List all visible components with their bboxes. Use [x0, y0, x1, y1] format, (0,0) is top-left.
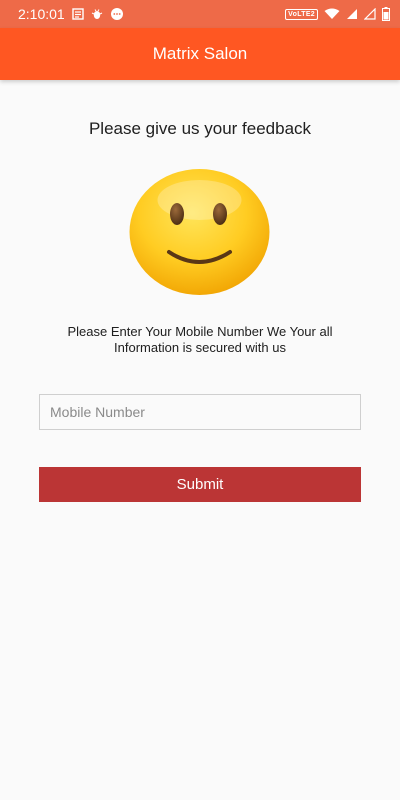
security-info-text: Please Enter Your Mobile Number We Your … — [67, 324, 333, 355]
submit-button[interactable]: Submit — [39, 467, 361, 502]
signal-icon-2 — [364, 8, 376, 20]
wifi-icon — [324, 8, 340, 20]
smiling-face-emoji — [128, 168, 271, 296]
submit-button-label: Submit — [176, 476, 224, 493]
app-bar: Matrix Salon — [0, 28, 400, 80]
bug-icon — [91, 8, 103, 20]
status-right: VoLTE2 — [285, 7, 390, 21]
chat-icon — [110, 7, 124, 21]
status-left: 2:10:01 — [18, 6, 124, 22]
mobile-number-input[interactable] — [39, 394, 361, 430]
signal-icon — [346, 8, 358, 20]
news-icon — [72, 8, 84, 20]
battery-icon — [382, 7, 390, 21]
volte-badge: VoLTE2 — [285, 8, 318, 20]
status-time: 2:10:01 — [18, 6, 65, 22]
app-title: Matrix Salon — [152, 44, 248, 63]
status-bar: 2:10:01 VoLTE2 — [0, 0, 400, 28]
feedback-heading: Please give us your feedback — [88, 119, 312, 138]
